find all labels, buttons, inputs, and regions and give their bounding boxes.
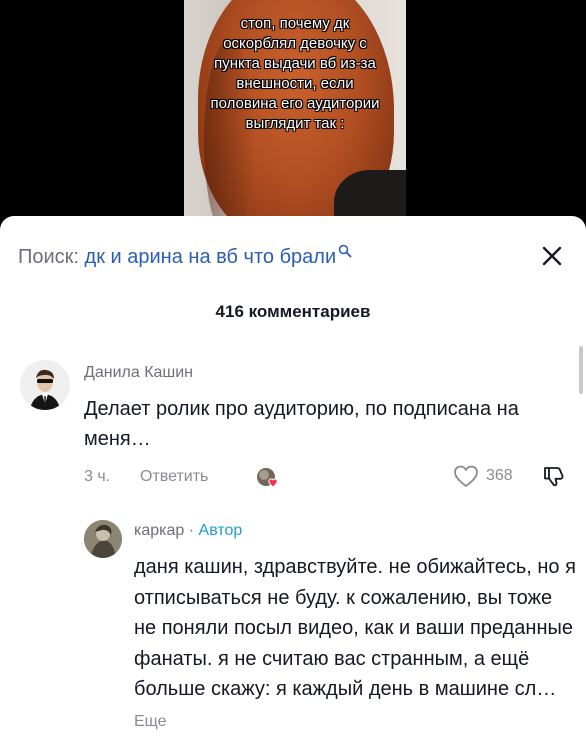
- dislike-icon[interactable]: [540, 462, 568, 490]
- author-separator: ·: [184, 522, 199, 539]
- avatar[interactable]: [84, 520, 122, 558]
- heart-outline-icon[interactable]: [452, 462, 480, 490]
- video-caption: стоп, почему дк оскорблял девочку с пунк…: [210, 15, 380, 132]
- avatar-image: [84, 520, 122, 558]
- reply-button[interactable]: Ответить: [140, 468, 208, 486]
- see-more-button[interactable]: Еще: [134, 713, 167, 730]
- comments-sheet: Поиск: дк и арина на вб что брали 416 ко…: [0, 216, 586, 736]
- creator-liked-heart-icon: [257, 468, 278, 488]
- comments-count: 416 комментариев: [215, 302, 371, 321]
- reply-author-line: каркар · Автор: [134, 522, 242, 540]
- search-icon: [338, 244, 352, 258]
- search-label: Поиск:: [18, 246, 79, 268]
- reply-text: даня кашин, здравствуйте. не обижайтесь,…: [134, 556, 576, 700]
- video-player[interactable]: стоп, почему дк оскорблял девочку с пунк…: [0, 0, 586, 226]
- scrollbar[interactable]: [579, 346, 583, 394]
- comment-author[interactable]: Данила Кашин: [84, 364, 193, 382]
- video-frame: стоп, почему дк оскорблял девочку с пунк…: [184, 0, 406, 226]
- avatar-image: [20, 360, 70, 410]
- like-count: 368: [486, 467, 513, 484]
- reply-author[interactable]: каркар: [134, 522, 184, 539]
- avatar[interactable]: [20, 360, 70, 410]
- comment-time: 3 ч.: [84, 468, 111, 485]
- reply-text-block: даня кашин, здравствуйте. не обижайтесь,…: [134, 552, 576, 736]
- related-search[interactable]: Поиск: дк и арина на вб что брали: [18, 244, 568, 270]
- close-icon[interactable]: [540, 244, 564, 268]
- comment-text: Делает ролик про аудиторию, по подписана…: [84, 398, 519, 450]
- search-query-link[interactable]: дк и арина на вб что брали: [85, 246, 337, 268]
- author-badge: Автор: [198, 522, 243, 539]
